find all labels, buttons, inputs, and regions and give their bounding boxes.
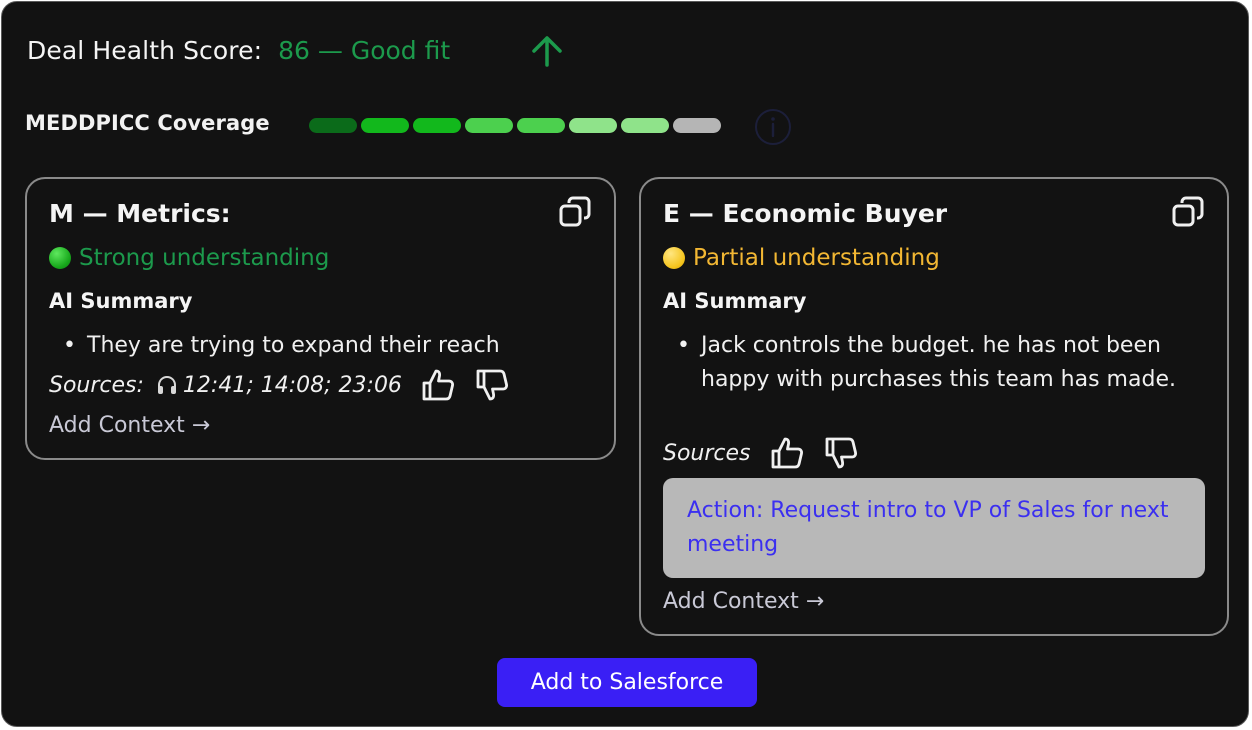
status-indicator: Strong understanding [49,245,329,271]
ai-summary-heading: AI Summary [663,289,807,313]
sources-timestamps[interactable]: 12:41; 14:08; 23:06 [183,373,402,398]
add-context-link[interactable]: Add Context → [663,589,824,614]
coverage-segment-6 [569,118,617,133]
copy-icon[interactable] [558,195,592,229]
card-economic-buyer: E — Economic Buyer Partial understanding… [639,177,1229,636]
status-text: Strong understanding [79,245,330,271]
status-dot-icon [49,247,71,269]
info-icon[interactable] [753,107,793,147]
sources-row: Sources: 12:41; 14:08; 23:06 [49,367,510,403]
add-to-salesforce-button[interactable]: Add to Salesforce [497,658,757,707]
card-title: E — Economic Buyer [663,199,948,228]
status-text: Partial understanding [693,245,940,271]
sources-label: Sources [663,440,751,466]
thumbs-up-icon[interactable] [769,435,805,471]
coverage-segment-2 [361,118,409,133]
sources-row: Sources [663,435,859,471]
deal-health-score-row: Deal Health Score: 86 — Good fit [27,30,450,70]
coverage-segment-7 [621,118,669,133]
ai-summary-heading: AI Summary [49,289,193,313]
thumbs-down-icon[interactable] [823,435,859,471]
summary-list: They are trying to expand their reach [63,329,592,363]
thumbs-up-icon[interactable] [420,367,456,403]
deal-health-score-label: Deal Health Score: [27,35,263,65]
coverage-segment-3 [413,118,461,133]
card-title: M — Metrics: [49,199,231,228]
coverage-segment-4 [465,118,513,133]
deal-health-score-value: 86 — Good fit [278,35,451,65]
status-indicator: Partial understanding [663,245,940,271]
coverage-segment-5 [517,118,565,133]
sources-label: Sources: [49,372,144,398]
card-metrics: M — Metrics: Strong understanding AI Sum… [25,177,616,460]
meddpicc-coverage-bar [309,118,721,133]
copy-icon[interactable] [1171,195,1205,229]
meddpicc-coverage-label: MEDDPICC Coverage [25,111,270,135]
deal-health-panel: Deal Health Score: 86 — Good fit MEDDPIC… [1,1,1249,727]
summary-list: Jack controls the budget. he has not bee… [677,329,1206,397]
coverage-segment-1 [309,118,357,133]
arrow-up-icon [532,36,562,67]
headphones-icon [157,376,176,394]
recommended-action[interactable]: Action: Request intro to VP of Sales for… [663,478,1205,578]
thumbs-down-icon[interactable] [474,367,510,403]
coverage-segment-8 [673,118,721,133]
list-item: Jack controls the budget. he has not bee… [677,329,1206,397]
add-context-link[interactable]: Add Context → [49,413,210,438]
list-item: They are trying to expand their reach [63,329,592,363]
status-dot-icon [663,247,685,269]
